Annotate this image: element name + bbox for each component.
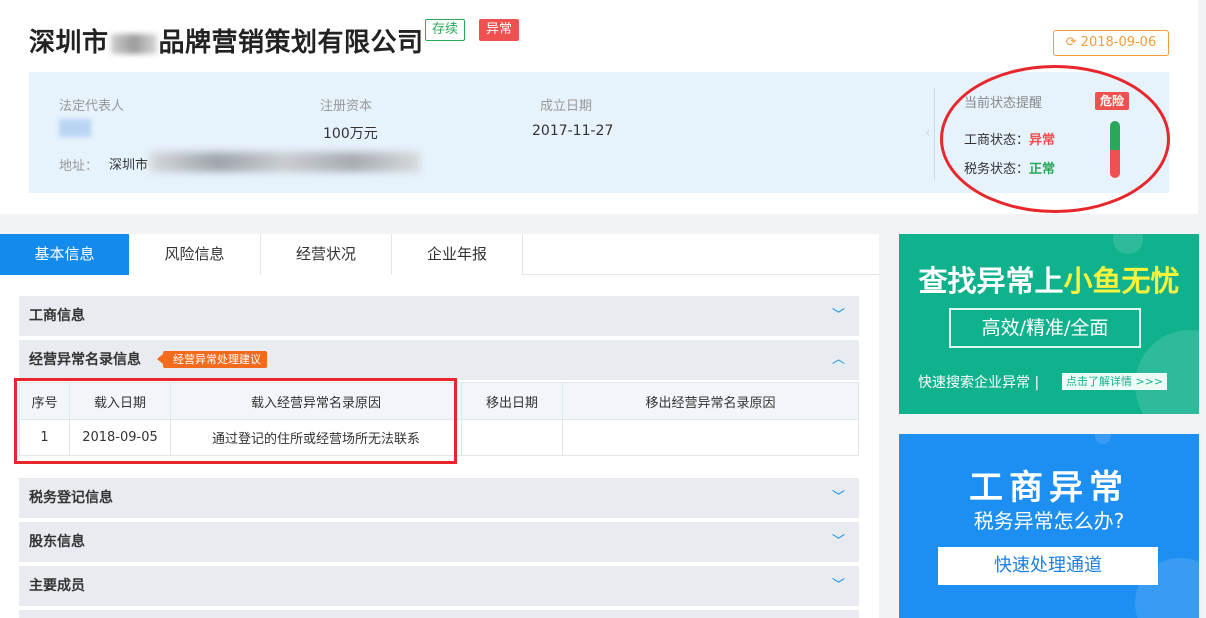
chevron-left-icon: ‹ [925, 125, 931, 141]
section-title: 股东信息 [29, 534, 85, 550]
refresh-icon: ⟳ [1065, 35, 1077, 50]
col-header: 移出经营异常名录原因 [562, 382, 859, 420]
annotation-rectangle [14, 378, 457, 464]
capital-value: 100万元 [323, 126, 378, 142]
tab-risk-info[interactable]: 风险信息 [129, 234, 261, 275]
decor-bubble [1113, 234, 1143, 254]
tab-operation-status[interactable]: 经营状况 [261, 234, 392, 275]
col-header: 移出日期 [461, 382, 563, 420]
redacted-text [110, 33, 157, 54]
company-header: 深圳市 品牌营销策划有限公司 存续 异常 ⟳ 2018-09-06 法定代表人 注册… [0, 0, 1198, 214]
ad-subtext: 税务异常怎么办? [973, 509, 1125, 533]
section-shareholders[interactable]: 股东信息 ﹀ [19, 522, 859, 562]
section-title: 主要成员 [29, 578, 85, 594]
section-abnormal-list[interactable]: 经营异常名录信息 经营异常处理建议 ︿ [19, 340, 859, 380]
company-name-suffix: 品牌营销策划有限公司 [158, 28, 424, 58]
section-business-info[interactable]: 工商信息 ﹀ [19, 296, 859, 336]
status-badge-active: 存续 [425, 19, 466, 41]
address-label: 地址： [59, 159, 99, 174]
chevron-down-icon: ﹀ [831, 534, 845, 549]
decor-bubble [1135, 330, 1199, 414]
status-badge-abnormal: 异常 [479, 19, 520, 41]
ad-headline-brand: 小鱼无忧 [1063, 264, 1180, 298]
founded-value: 2017-11-27 [532, 123, 614, 139]
table-cell [562, 419, 859, 456]
chevron-down-icon: ﹀ [831, 578, 845, 593]
annotation-circle [940, 65, 1170, 213]
ad-banner-business-abnormal[interactable]: 工商异常 税务异常怎么办? 快速处理通道 [899, 434, 1199, 618]
company-name: 深圳市 品牌营销策划有限公司 [29, 22, 424, 59]
ad-headline: 工商异常 [969, 468, 1129, 508]
ad-banner-xiaoyu[interactable]: 查找异常上小鱼无忧 高效/精准/全面 快速搜索企业异常 | 点击了解详情 >>> [899, 234, 1199, 414]
company-name-prefix: 深圳市 [29, 28, 109, 58]
redacted-address [150, 152, 420, 172]
founded-label: 成立日期 [540, 99, 593, 114]
ad-headline-a: 查找异常上 [918, 264, 1064, 298]
section-key-members[interactable]: 主要成员 ﹀ [19, 566, 859, 606]
chevron-down-icon: ﹀ [831, 308, 845, 323]
tab-annual-report[interactable]: 企业年报 [392, 234, 523, 275]
chevron-down-icon: ﹀ [831, 490, 845, 505]
capital-label: 注册资本 [320, 99, 373, 114]
update-date-label: 2018-09-06 [1080, 35, 1157, 50]
abnormal-advice-tag[interactable]: 经营异常处理建议 [157, 351, 267, 368]
ad-learn-more-link[interactable]: 点击了解详情 >>> [1062, 373, 1168, 390]
tab-bar: 基本信息 风险信息 经营状况 企业年报 [0, 234, 879, 275]
address-value: 深圳市 [109, 158, 149, 173]
table-cell [461, 419, 563, 456]
quick-channel-button[interactable]: 快速处理通道 [938, 547, 1158, 585]
section-title: 工商信息 [29, 308, 85, 324]
section-tax-registration[interactable]: 税务登记信息 ﹀ [19, 478, 859, 518]
update-date-button[interactable]: ⟳ 2018-09-06 [1053, 30, 1169, 56]
section-title: 税务登记信息 [29, 490, 113, 506]
section-next [19, 610, 859, 618]
main-panel: 基本信息 风险信息 经营状况 企业年报 工商信息 ﹀ 经营异常名录信息 经营异常… [0, 234, 879, 618]
legal-rep-label: 法定代表人 [59, 99, 125, 114]
redacted-legal-rep [59, 119, 91, 137]
decor-bubble [1095, 434, 1111, 444]
ad-headline: 查找异常上小鱼无忧 [899, 258, 1199, 300]
tab-basic-info[interactable]: 基本信息 [0, 234, 129, 275]
ad-subtext: 快速搜索企业异常 | [918, 375, 1040, 391]
ad-slogan-box: 高效/精准/全面 [949, 308, 1141, 348]
chevron-up-icon: ︿ [831, 352, 845, 367]
section-title: 经营异常名录信息 [29, 352, 141, 368]
